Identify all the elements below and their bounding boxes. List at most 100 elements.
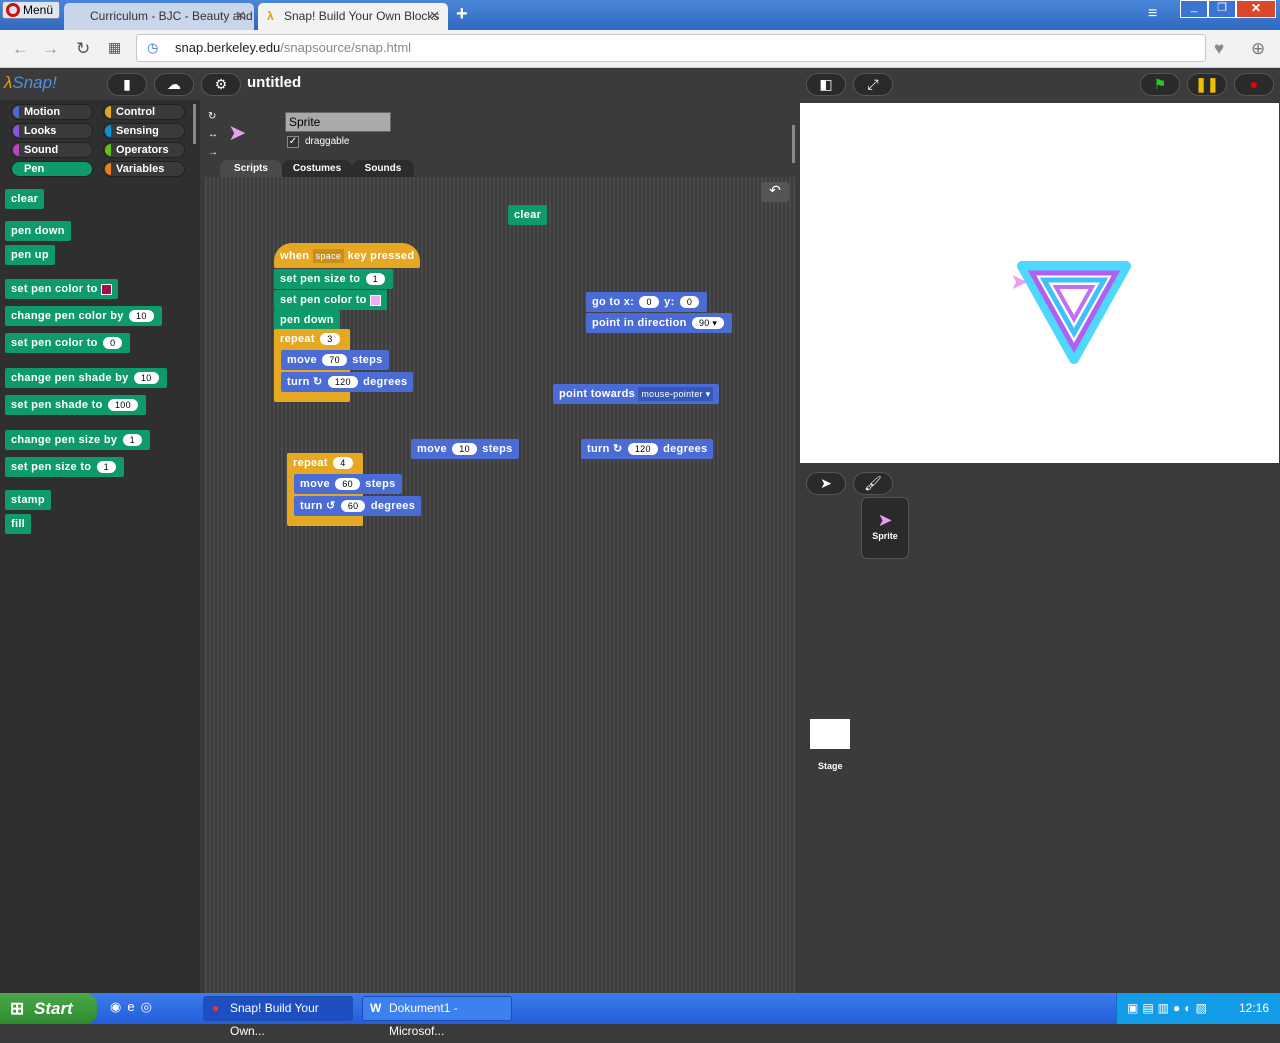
tab-snap[interactable]: λ Snap! Build Your Own Blocks ✕	[258, 3, 448, 30]
number-slot[interactable]: 100	[107, 399, 138, 412]
sprite-name-input[interactable]: Sprite	[285, 112, 391, 132]
category-pen[interactable]: Pen	[11, 161, 93, 177]
when-key-pressed-hat[interactable]: when space key pressed	[274, 243, 421, 268]
number-slot[interactable]: 120	[627, 443, 658, 456]
paint-new-sprite-button[interactable]: 🖌	[853, 472, 893, 495]
url-input[interactable]: ◷ snap.berkeley.edu/snapsource/snap.html	[136, 34, 1206, 62]
sprite-on-stage[interactable]: ➤	[1010, 269, 1028, 295]
palette-block-clear[interactable]: clear	[5, 189, 45, 209]
close-tab-icon[interactable]: ✕	[235, 3, 246, 29]
color-swatch[interactable]	[370, 294, 382, 306]
palette-block-set-pen-color-num[interactable]: set pen color to 0	[5, 333, 131, 353]
quick-launch-icons[interactable]: ◉e◎	[110, 999, 158, 1015]
number-slot[interactable]: 60	[335, 478, 360, 491]
y-slot[interactable]: 0	[679, 296, 700, 309]
key-dropdown[interactable]: space	[312, 249, 345, 264]
palette-block-set-pen-shade[interactable]: set pen shade to 100	[5, 395, 146, 415]
site-info-icon[interactable]: ◷	[147, 35, 158, 61]
number-slot[interactable]: 60	[340, 500, 366, 513]
bookmark-heart-icon[interactable]: ♥	[1214, 39, 1224, 59]
speed-dial-icon[interactable]: ▦	[108, 39, 121, 56]
script-set-pen-size[interactable]: set pen size to 1	[274, 269, 393, 289]
opera-menu-button[interactable]: Menü	[2, 1, 60, 19]
tab-costumes[interactable]: Costumes	[282, 160, 352, 177]
download-icon[interactable]: ⊕	[1251, 39, 1265, 59]
presentation-mode-button[interactable]: ⤢	[853, 73, 893, 96]
script-point-in-direction[interactable]: point in direction 90 ▾	[586, 313, 733, 333]
category-sensing[interactable]: Sensing	[103, 123, 185, 139]
back-icon[interactable]: ←	[12, 39, 29, 59]
script-move-70[interactable]: move 70 steps	[281, 350, 389, 370]
no-rotate-icon[interactable]: →	[208, 144, 218, 162]
tab-curriculum[interactable]: Curriculum - BJC - Beauty and ✕	[64, 3, 254, 30]
script-pen-down[interactable]: pen down	[274, 310, 340, 330]
taskbar-item-snap[interactable]: ● Snap! Build Your Own...	[203, 996, 353, 1038]
minimize-button[interactable]: _	[1180, 0, 1208, 18]
palette-block-pen-down[interactable]: pen down	[5, 221, 71, 241]
script-clear[interactable]: clear	[508, 205, 548, 225]
palette-block-change-pen-color[interactable]: change pen color by 10	[5, 306, 162, 326]
target-dropdown[interactable]: mouse-pointer ▾	[638, 387, 714, 402]
x-slot[interactable]: 0	[639, 296, 659, 309]
corral-scrollbar[interactable]	[792, 125, 795, 163]
palette-block-set-pen-color-swatch[interactable]: set pen color to	[5, 279, 119, 299]
rotate-icon[interactable]: ↻	[208, 108, 218, 126]
number-slot[interactable]: 10	[452, 443, 477, 456]
number-slot[interactable]: 10	[129, 310, 154, 323]
reload-icon[interactable]: ↻	[76, 39, 90, 59]
script-point-towards[interactable]: point towards mouse-pointer ▾	[553, 384, 720, 404]
number-slot[interactable]: 70	[322, 354, 347, 367]
script-move-10[interactable]: move 10 steps	[411, 439, 519, 459]
tab-sounds[interactable]: Sounds	[352, 160, 414, 177]
category-looks[interactable]: Looks	[11, 123, 93, 139]
sprite-thumbnail[interactable]: ➤ Sprite	[861, 497, 909, 559]
close-window-button[interactable]: ✕	[1236, 0, 1276, 18]
palette-block-stamp[interactable]: stamp	[5, 490, 51, 510]
number-slot[interactable]: 120	[327, 376, 358, 389]
flip-icon[interactable]: ↔	[208, 126, 218, 144]
script-repeat-4[interactable]: repeat 4	[287, 453, 361, 473]
script-turn-120[interactable]: turn ↻ 120 degrees	[281, 372, 414, 392]
stage-size-toggle[interactable]: ◧	[806, 73, 846, 96]
tab-menu-icon[interactable]: ≡	[1148, 5, 1157, 23]
draggable-checkbox[interactable]: ✓	[287, 136, 299, 148]
scripting-area[interactable]: ↶ clear when space key pressed set pen s…	[205, 177, 795, 993]
start-button[interactable]: ⊞ Start	[0, 993, 97, 1024]
new-tab-button[interactable]: +	[456, 3, 468, 26]
stage[interactable]: ➤	[800, 103, 1279, 463]
script-turn-120-loose[interactable]: turn ↻ 120 degrees	[581, 439, 714, 459]
pause-button[interactable]: ❚❚	[1187, 73, 1227, 96]
stage-thumbnail[interactable]	[810, 719, 850, 749]
snap-logo[interactable]: λSnap!	[4, 73, 57, 93]
palette-block-fill[interactable]: fill	[5, 514, 32, 534]
green-flag-button[interactable]: ⚑	[1140, 73, 1180, 96]
number-slot[interactable]: 1	[96, 461, 116, 474]
script-repeat-3[interactable]: repeat 3	[274, 329, 348, 349]
number-slot[interactable]: 3	[320, 333, 340, 346]
stop-button[interactable]: ●	[1234, 73, 1274, 96]
script-turn-60[interactable]: turn ↺ 60 degrees	[294, 496, 422, 516]
number-slot[interactable]: 1	[122, 434, 142, 447]
undo-button[interactable]: ↶	[761, 182, 789, 202]
tab-scripts[interactable]: Scripts	[220, 160, 282, 177]
script-move-60[interactable]: move 60 steps	[294, 474, 402, 494]
script-set-pen-color[interactable]: set pen color to	[274, 290, 388, 310]
category-operators[interactable]: Operators	[103, 142, 185, 158]
add-turtle-sprite-button[interactable]: ➤	[806, 472, 846, 495]
cloud-button[interactable]: ☁	[154, 73, 194, 96]
taskbar-item-word[interactable]: W Dokument1 - Microsof...	[362, 996, 512, 1038]
category-control[interactable]: Control	[103, 104, 185, 120]
palette-block-change-pen-size[interactable]: change pen size by 1	[5, 430, 150, 450]
forward-icon[interactable]: →	[42, 39, 59, 59]
script-go-to-xy[interactable]: go to x: 0 y: 0	[586, 292, 708, 312]
number-slot[interactable]: 1	[365, 273, 385, 286]
direction-slot[interactable]: 90 ▾	[691, 317, 725, 330]
palette-scrollbar[interactable]	[193, 104, 196, 144]
palette-block-set-pen-size[interactable]: set pen size to 1	[5, 457, 124, 477]
category-motion[interactable]: Motion	[11, 104, 93, 120]
color-swatch[interactable]	[101, 283, 113, 295]
category-sound[interactable]: Sound	[11, 142, 93, 158]
palette-block-change-pen-shade[interactable]: change pen shade by 10	[5, 368, 167, 388]
close-tab-icon[interactable]: ✕	[429, 3, 440, 29]
number-slot[interactable]: 4	[333, 457, 353, 470]
